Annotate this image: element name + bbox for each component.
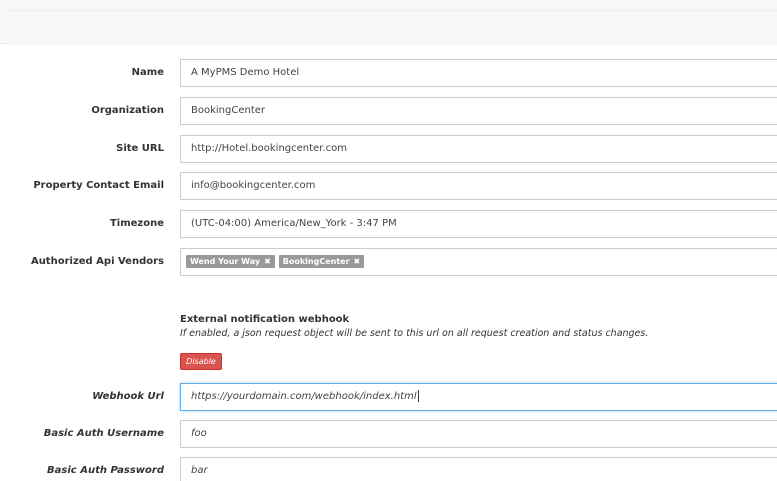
site-url-row: Site URL http://Hotel.bookingcenter.com bbox=[0, 135, 777, 163]
organization-input[interactable]: BookingCenter bbox=[180, 97, 777, 125]
timezone-select[interactable]: (UTC-04:00) America/New_York - 3:47 PM bbox=[180, 210, 777, 238]
organization-row: Organization BookingCenter bbox=[0, 97, 777, 125]
auth-password-row: Basic Auth Password bar bbox=[0, 457, 777, 481]
timezone-row: Timezone (UTC-04:00) America/New_York - … bbox=[0, 210, 777, 238]
organization-label: Organization bbox=[91, 105, 164, 116]
contact-email-input[interactable]: info@bookingcenter.com bbox=[180, 172, 777, 200]
text-caret bbox=[417, 390, 419, 402]
name-row: Name A MyPMS Demo Hotel bbox=[0, 59, 777, 87]
api-vendors-row: Authorized Api Vendors Wend Your Way ✖ Boo… bbox=[0, 248, 777, 276]
auth-username-row: Basic Auth Username foo bbox=[0, 420, 777, 448]
vendor-tag: Wend Your Way ✖ bbox=[186, 254, 275, 268]
vendor-tag-label: BookingCenter bbox=[282, 256, 350, 266]
api-vendors-tag-input[interactable]: Wend Your Way ✖ BookingCenter ✖ bbox=[180, 248, 777, 276]
webhook-url-row: Webhook Url https://yourdomain.com/webho… bbox=[0, 383, 777, 411]
webhook-url-label: Webhook Url bbox=[92, 391, 164, 402]
webhook-url-input[interactable]: https://yourdomain.com/webhook/index.htm… bbox=[180, 383, 777, 411]
timezone-label: Timezone bbox=[109, 218, 164, 229]
auth-password-input[interactable]: bar bbox=[180, 457, 777, 481]
webhook-section-title: External notification webhook bbox=[180, 314, 350, 325]
site-url-input[interactable]: http://Hotel.bookingcenter.com bbox=[180, 135, 777, 163]
webhook-section-description: If enabled, a json request object will b… bbox=[180, 328, 649, 339]
close-icon[interactable]: ✖ bbox=[354, 257, 361, 266]
settings-page: Name A MyPMS Demo Hotel Organization Boo… bbox=[0, 0, 777, 481]
auth-password-label: Basic Auth Password bbox=[47, 465, 164, 476]
name-input[interactable]: A MyPMS Demo Hotel bbox=[180, 59, 777, 87]
close-icon[interactable]: ✖ bbox=[264, 257, 271, 266]
contact-email-row: Property Contact Email info@bookingcente… bbox=[0, 172, 777, 200]
auth-username-label: Basic Auth Username bbox=[43, 428, 164, 439]
site-url-label: Site URL bbox=[116, 143, 164, 154]
api-vendors-label: Authorized Api Vendors bbox=[30, 256, 164, 267]
webhook-url-value: https://yourdomain.com/webhook/index.htm… bbox=[191, 391, 417, 402]
top-bar bbox=[0, 0, 777, 45]
top-bar-inner bbox=[8, 10, 777, 45]
auth-username-input[interactable]: foo bbox=[180, 420, 777, 448]
vendor-tag-label: Wend Your Way bbox=[190, 256, 261, 266]
name-label: Name bbox=[131, 67, 164, 78]
disable-webhook-button[interactable]: Disable bbox=[180, 353, 222, 370]
contact-email-label: Property Contact Email bbox=[33, 180, 164, 191]
vendor-tag: BookingCenter ✖ bbox=[278, 254, 365, 268]
